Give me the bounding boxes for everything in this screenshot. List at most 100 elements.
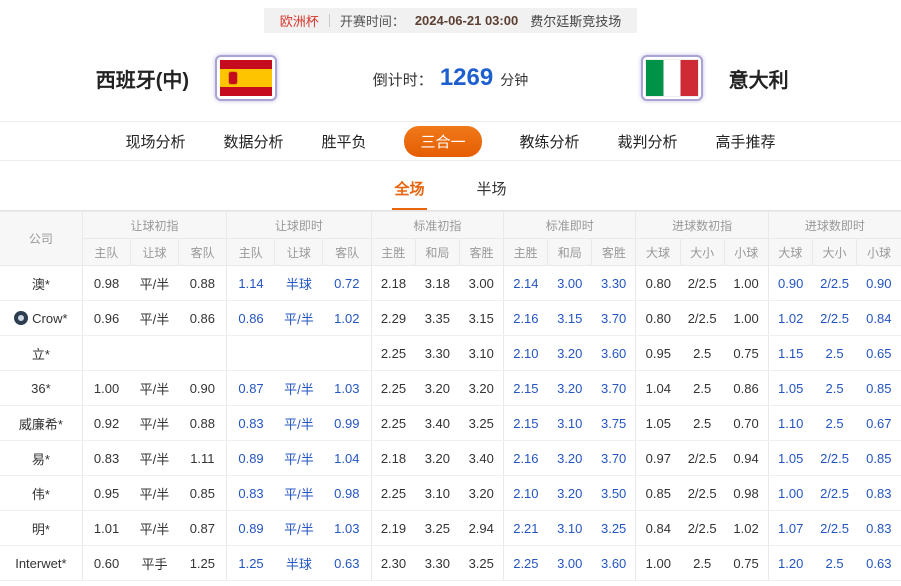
odds-cell: 0.98 [323, 476, 371, 511]
table-row: 36*1.00平/半0.900.87平/半1.032.253.203.202.1… [0, 371, 901, 406]
odds-cell: 0.70 [724, 406, 768, 441]
odds-cell: 3.10 [548, 406, 592, 441]
odds-cell: 2.5 [680, 336, 724, 371]
bookmaker-name: Crow* [0, 301, 82, 336]
odds-cell: 1.00 [724, 266, 768, 301]
odds-cell [227, 336, 275, 371]
away-team: 意大利 [528, 55, 901, 101]
odds-cell: 3.20 [548, 476, 592, 511]
odds-cell: 0.89 [227, 511, 275, 546]
odds-column-header: 主队 [227, 239, 275, 266]
odds-cell: 3.60 [592, 546, 636, 581]
league-badge: 欧洲杯 [280, 11, 319, 30]
bookmaker-name: 明* [0, 511, 82, 546]
odds-column-header: 主胜 [504, 239, 548, 266]
odds-cell: 0.85 [179, 476, 227, 511]
odds-cell: 0.96 [82, 301, 130, 336]
odds-cell: 平/半 [275, 476, 323, 511]
table-row: 威廉希*0.92平/半0.880.83平/半0.992.253.403.252.… [0, 406, 901, 441]
odds-column-header: 小球 [857, 239, 901, 266]
odds-cell: 2/2.5 [813, 266, 857, 301]
odds-cell: 3.20 [459, 476, 503, 511]
odds-cell: 2.25 [371, 371, 415, 406]
odds-cell: 1.07 [768, 511, 812, 546]
odds-cell: 1.01 [82, 511, 130, 546]
odds-cell: 0.85 [857, 441, 901, 476]
nav-tab[interactable]: 裁判分析 [618, 131, 678, 152]
nav-tab[interactable]: 现场分析 [125, 131, 185, 152]
odds-cell: 0.87 [179, 511, 227, 546]
odds-cell: 1.05 [768, 441, 812, 476]
odds-cell: 0.83 [82, 441, 130, 476]
odds-cell: 0.95 [636, 336, 680, 371]
odds-column-header: 客胜 [459, 239, 503, 266]
nav-tab[interactable]: 数据分析 [223, 131, 283, 152]
odds-cell [323, 336, 371, 371]
odds-group-header: 让球初指 [82, 212, 226, 239]
odds-cell: 1.04 [636, 371, 680, 406]
odds-column-header: 和局 [548, 239, 592, 266]
odds-cell: 2.10 [504, 476, 548, 511]
odds-cell: 2.5 [813, 336, 857, 371]
odds-cell: 0.80 [636, 301, 680, 336]
odds-cell: 3.20 [548, 371, 592, 406]
odds-cell: 2.5 [680, 546, 724, 581]
home-team: 西班牙(中) [0, 55, 373, 101]
odds-cell: 3.00 [459, 266, 503, 301]
odds-cell: 2.5 [680, 371, 724, 406]
odds-cell: 半球 [275, 266, 323, 301]
odds-cell: 平手 [130, 546, 178, 581]
odds-cell: 0.84 [857, 301, 901, 336]
match-info-bar: 欧洲杯 开赛时间： 2024-06-21 03:00 费尔廷斯竞技场 [0, 0, 901, 33]
odds-cell: 1.05 [636, 406, 680, 441]
odds-cell: 0.88 [179, 406, 227, 441]
nav-tab[interactable]: 教练分析 [520, 131, 580, 152]
bookmaker-name: 36* [0, 371, 82, 406]
odds-cell: 0.60 [82, 546, 130, 581]
odds-cell: 2.18 [371, 441, 415, 476]
odds-cell: 2.25 [371, 476, 415, 511]
table-row: 易*0.83平/半1.110.89平/半1.042.183.203.402.16… [0, 441, 901, 476]
odds-cell: 0.83 [857, 511, 901, 546]
odds-column-header: 大球 [768, 239, 812, 266]
odds-cell: 0.83 [857, 476, 901, 511]
odds-cell: 1.02 [768, 301, 812, 336]
nav-tab[interactable]: 三合一 [404, 126, 481, 157]
odds-cell: 0.86 [724, 371, 768, 406]
table-row: 立*2.253.303.102.103.203.600.952.50.751.1… [0, 336, 901, 371]
period-subtab[interactable]: 全场 [392, 174, 426, 210]
odds-cell: 1.00 [768, 476, 812, 511]
odds-cell: 3.20 [459, 371, 503, 406]
bookmaker-name: 伟* [0, 476, 82, 511]
odds-cell: 2/2.5 [813, 511, 857, 546]
odds-cell: 2/2.5 [680, 441, 724, 476]
odds-cell: 0.90 [768, 266, 812, 301]
odds-cell: 0.94 [724, 441, 768, 476]
odds-cell: 平/半 [275, 301, 323, 336]
odds-cell: 2.19 [371, 511, 415, 546]
table-row: 伟*0.95平/半0.850.83平/半0.982.253.103.202.10… [0, 476, 901, 511]
odds-cell: 2.5 [680, 406, 724, 441]
odds-cell: 2/2.5 [680, 511, 724, 546]
odds-cell: 平/半 [275, 371, 323, 406]
odds-cell: 平/半 [130, 511, 178, 546]
odds-cell: 2.25 [371, 336, 415, 371]
odds-cell: 2.5 [813, 546, 857, 581]
odds-cell: 2.18 [371, 266, 415, 301]
home-flag-frame [215, 55, 277, 101]
odds-table: 公司让球初指让球即时标准初指标准即时进球数初指进球数即时主队让球客队主队让球客队… [0, 211, 901, 581]
odds-cell: 2.25 [504, 546, 548, 581]
odds-cell: 3.25 [459, 546, 503, 581]
odds-cell: 3.75 [592, 406, 636, 441]
odds-cell [275, 336, 323, 371]
nav-tab[interactable]: 高手推荐 [716, 131, 776, 152]
odds-cell: 2/2.5 [680, 476, 724, 511]
kickoff-label: 开赛时间： [340, 11, 405, 30]
odds-column-header: 大球 [636, 239, 680, 266]
nav-tab[interactable]: 胜平负 [321, 131, 366, 152]
odds-cell: 3.30 [592, 266, 636, 301]
odds-cell: 2.5 [813, 406, 857, 441]
odds-cell: 1.02 [323, 301, 371, 336]
odds-cell: 1.25 [179, 546, 227, 581]
period-subtab[interactable]: 半场 [475, 174, 509, 210]
